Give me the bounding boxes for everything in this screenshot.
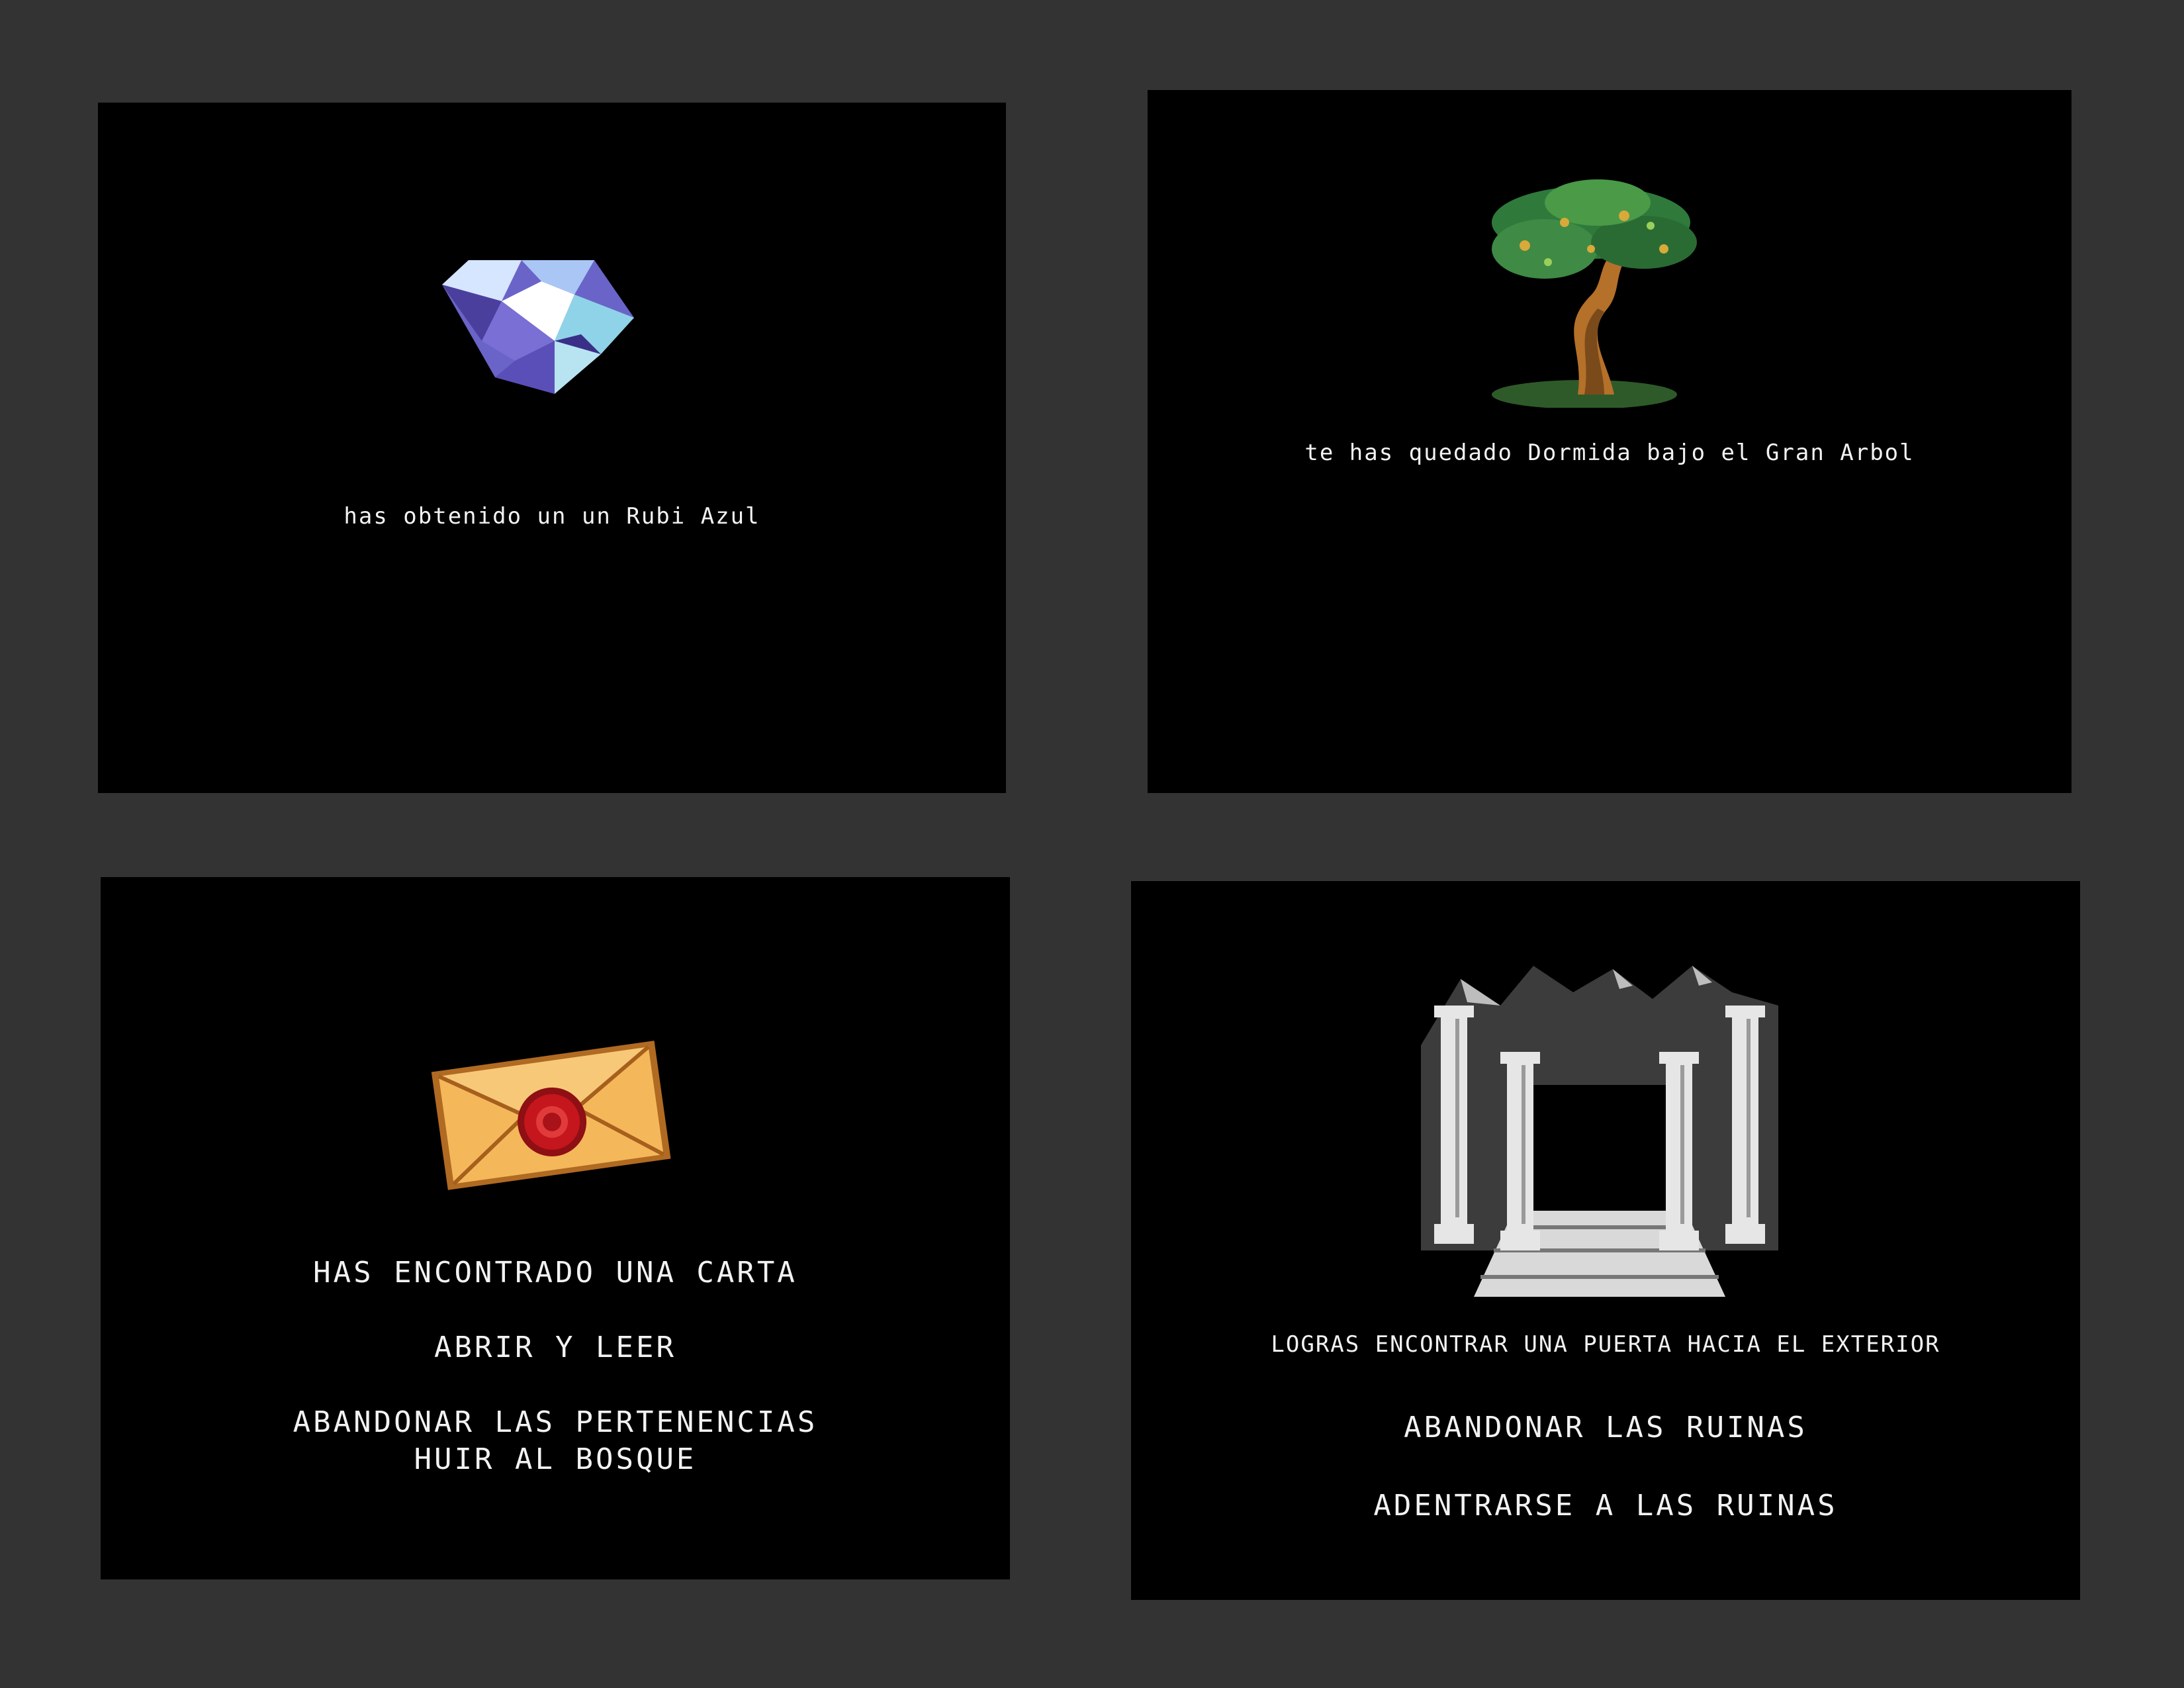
scene-great-tree: te has quedado Dormida bajo el Gran Arbo… bbox=[1148, 90, 2071, 793]
ruins-gate-icon bbox=[1421, 966, 1778, 1297]
sealed-letter-icon bbox=[431, 1041, 671, 1190]
scene-blue-ruby: has obtenido un un Rubi Azul bbox=[98, 103, 1006, 793]
scene-message: LOGRAS ENCONTRAR UNA PUERTA HACIA EL EXT… bbox=[1271, 1331, 1940, 1358]
scene-message: te has quedado Dormida bajo el Gran Arbo… bbox=[1304, 440, 1915, 466]
scene-message: has obtenido un un Rubi Azul bbox=[343, 503, 760, 530]
blue-ruby-icon bbox=[442, 260, 634, 394]
option-open-read[interactable]: ABRIR Y LEER bbox=[101, 1331, 1010, 1364]
scene-letter: HAS ENCONTRADO UNA CARTA ABRIR Y LEER AB… bbox=[101, 877, 1010, 1579]
great-tree-icon bbox=[1492, 179, 1697, 408]
scene-ruins: LOGRAS ENCONTRAR UNA PUERTA HACIA EL EXT… bbox=[1131, 881, 2080, 1600]
option-leave-ruins[interactable]: ABANDONAR LAS RUINAS bbox=[1131, 1411, 2080, 1444]
option-abandon-belongings[interactable]: ABANDONAR LAS PERTENENCIAS bbox=[101, 1405, 1010, 1439]
option-enter-ruins[interactable]: ADENTRARSE A LAS RUINAS bbox=[1131, 1489, 2080, 1523]
scene-message: HAS ENCONTRADO UNA CARTA bbox=[313, 1256, 797, 1289]
option-flee-forest[interactable]: HUIR AL BOSQUE bbox=[101, 1442, 1010, 1476]
